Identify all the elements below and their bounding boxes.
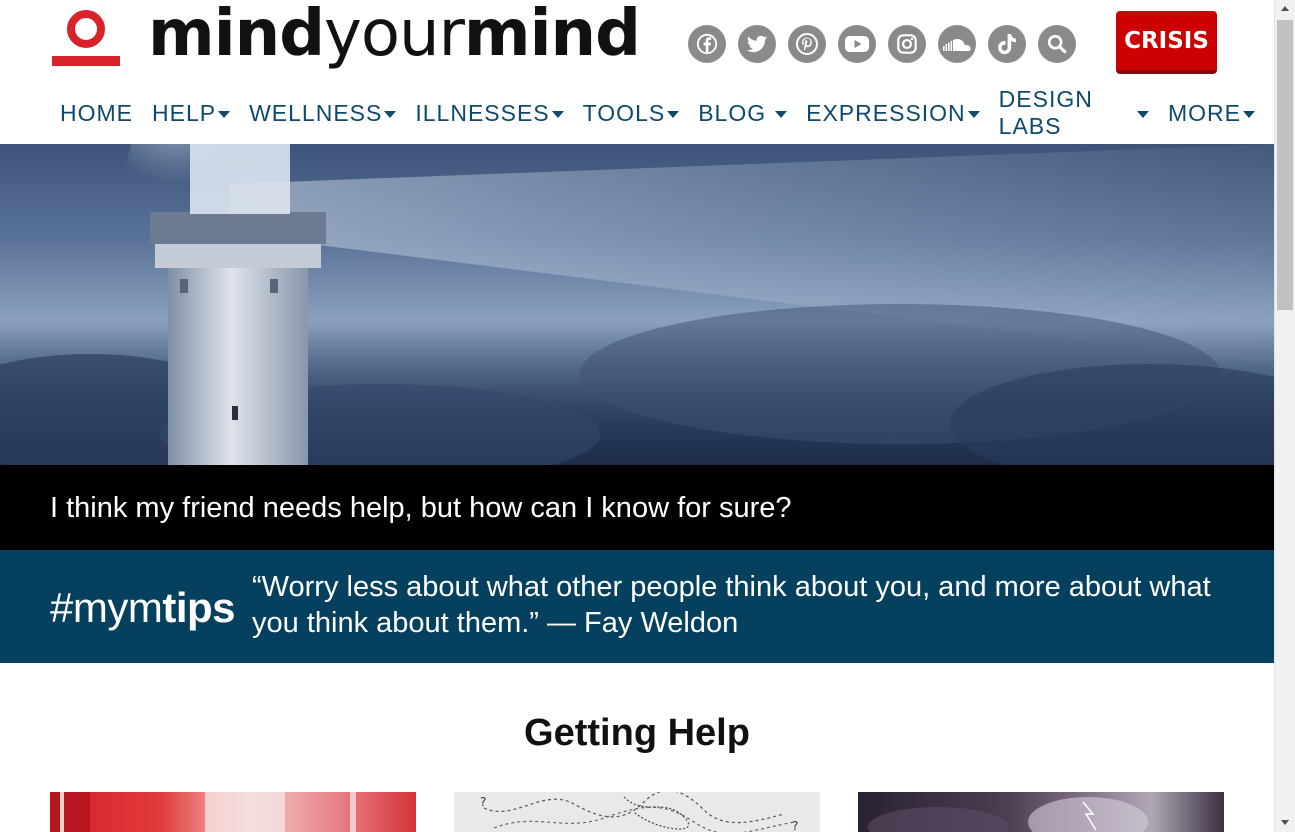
page: mindyourmind CRISIS HOME HELP WELLNESS I… [0,0,1274,832]
nav-item-label: TOOLS [582,99,666,126]
nav-item-label: HELP [152,99,217,126]
crisis-button[interactable]: CRISIS [1116,11,1217,74]
nav-item-label: DESIGN LABS [998,86,1093,139]
tiktok-icon[interactable] [988,25,1026,63]
logo-word-mind-1: mind [148,0,325,71]
nav-item-wellness[interactable]: WELLNESS [249,98,397,128]
twitter-icon[interactable] [738,25,776,63]
nav-item-label: ILLNESSES [415,99,550,126]
caret-down-icon [1137,110,1149,118]
caret-down-icon [667,110,680,118]
social-links [688,25,1076,63]
nav-item-tools[interactable]: TOOLS [583,98,680,128]
tips-quote: “Worry less about what other people thin… [252,571,1211,639]
facebook-icon[interactable] [688,25,726,63]
scrollbar-thumb[interactable] [1277,20,1293,310]
nav-item-design-labs[interactable]: DESIGN LABS [999,86,1149,139]
search-icon[interactable] [1038,25,1076,63]
pinterest-icon[interactable] [788,25,826,63]
logo-word-mind-2: mind [463,0,641,71]
nav-item-illnesses[interactable]: ILLNESSES [415,98,564,128]
nav-item-label: WELLNESS [249,99,383,126]
tips-hashtag[interactable]: #mymtips [50,584,236,632]
caret-down-icon [775,110,788,118]
scroll-up-arrow-icon[interactable] [1281,6,1289,11]
tips-hashtag-prefix: #mym [50,584,163,631]
nav-item-expression[interactable]: EXPRESSION [806,98,980,128]
main-nav: HOME HELP WELLNESS ILLNESSES TOOLS BLOG … [60,86,1274,139]
instagram-icon[interactable] [888,25,926,63]
caret-down-icon [551,110,564,118]
tips-banner: #mymtips “Worry less about what other pe… [0,550,1274,663]
nav-item-label: HOME [60,99,133,126]
nav-item-label: EXPRESSION [806,99,966,126]
help-card-image-1[interactable] [50,792,416,832]
site-logo[interactable]: mindyourmind [52,2,641,88]
nav-item-label: MORE [1168,99,1241,126]
vertical-scrollbar[interactable] [1274,0,1295,832]
nav-item-home[interactable]: HOME [60,98,133,128]
section-title-regular: Getting [524,712,668,754]
nav-item-label: BLOG [698,99,767,126]
section-title-bold: Help [667,712,750,754]
hero-lighthouse-image[interactable] [0,144,1274,465]
caret-down-icon [384,110,397,118]
nav-item-blog[interactable]: BLOG [698,98,788,128]
youtube-icon[interactable] [838,25,876,63]
nav-item-more[interactable]: MORE [1168,98,1255,128]
hero-caption-bar: I think my friend needs help, but how ca… [0,465,1274,550]
tips-hashtag-bold: tips [162,584,236,631]
help-card-image-2[interactable]: ? ? [454,792,820,832]
svg-text:?: ? [792,819,798,832]
help-card-image-3[interactable] [858,792,1224,832]
caret-down-icon [1243,110,1255,118]
scroll-down-arrow-icon[interactable] [1281,820,1289,825]
caret-down-icon [218,110,231,118]
caret-down-icon [967,110,980,118]
section-title: Getting Help [0,712,1274,755]
svg-text:?: ? [480,795,486,809]
hero-caption[interactable]: I think my friend needs help, but how ca… [50,492,792,525]
soundcloud-icon[interactable] [938,25,976,63]
logo-word-your: your [324,0,465,71]
logo-wordmark: mindyourmind [148,2,641,66]
nav-item-help[interactable]: HELP [152,98,231,128]
logo-mark-icon [52,8,120,68]
